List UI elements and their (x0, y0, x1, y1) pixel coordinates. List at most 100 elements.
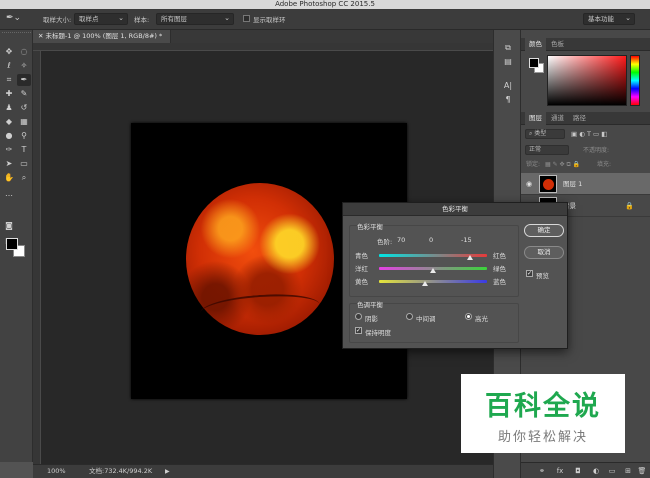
document-tab[interactable]: ✕ 未标题-1 @ 100% (图层 1, RGB/8#) * (33, 30, 171, 43)
tab-channels[interactable]: 通道 (547, 112, 568, 125)
blur-tool-icon[interactable]: ● (2, 130, 16, 142)
layer-style-icon[interactable]: fx (555, 466, 565, 476)
sample-size-select[interactable]: 取样点 (74, 13, 128, 25)
dialog-title[interactable]: 色彩平衡 (343, 203, 567, 216)
yellow-blue-slider-thumb[interactable] (422, 281, 428, 286)
lock-label: 锁定: (526, 161, 541, 168)
link-layers-icon[interactable]: ⚭ (537, 466, 547, 476)
planet-image (186, 183, 334, 335)
layers-panel-footer: ⚭ fx ◘ ◐ ▭ ⊞ 🗑 (521, 462, 650, 478)
history-brush-tool-icon[interactable]: ↺ (17, 102, 31, 114)
paragraph-panel-icon[interactable]: ¶ (501, 94, 515, 106)
color-panel-foreground[interactable] (529, 58, 539, 68)
level-magenta-green-input[interactable]: 0 (429, 236, 455, 245)
quick-mask-icon[interactable]: ◙ (2, 220, 16, 232)
filter-icons[interactable]: ▣ ◐ T ▭ ◧ (571, 128, 607, 141)
foreground-color-swatch[interactable] (6, 238, 18, 250)
preserve-luminosity-label: 保持明度 (365, 329, 391, 337)
tab-swatches[interactable]: 色板 (547, 38, 568, 51)
workspace-select[interactable]: 基本功能 (583, 13, 635, 25)
fill-label: 填充: (597, 161, 612, 168)
move-tool-icon[interactable]: ✥ (2, 46, 16, 58)
gradient-tool-icon[interactable]: ▦ (17, 116, 31, 128)
hand-tool-icon[interactable]: ✋ (2, 172, 16, 184)
level-yellow-blue-input[interactable]: -15 (461, 236, 487, 245)
tone-balance-group (349, 303, 519, 343)
highlights-label: 高光 (475, 315, 488, 323)
cancel-button[interactable]: 取消 (524, 246, 564, 259)
tab-color[interactable]: 颜色 (525, 38, 546, 51)
shadows-radio[interactable] (355, 313, 362, 320)
level-cyan-red-input[interactable]: 70 (397, 236, 423, 245)
type-tool-icon[interactable]: T (17, 144, 31, 156)
midtones-label: 中间调 (416, 315, 436, 323)
blend-mode-select[interactable]: 正常 (525, 145, 569, 155)
vertical-ruler[interactable] (33, 51, 41, 464)
close-tab-icon[interactable]: ✕ (38, 32, 46, 40)
shadows-label: 阴影 (365, 315, 378, 323)
layer-kind-filter[interactable]: ⌕ 类型 (525, 129, 565, 139)
history-panel-icon[interactable]: ⧉ (501, 42, 515, 54)
zoom-tool-icon[interactable]: ⌕ (17, 172, 31, 184)
marquee-tool-icon[interactable]: ◌ (17, 46, 31, 58)
lasso-tool-icon[interactable]: ℓ (2, 60, 16, 72)
watermark-logo: 百科全说 助你轻松解决 (461, 374, 625, 453)
show-ring-label: 显示取样环 (253, 16, 286, 24)
magic-wand-tool-icon[interactable]: ✧ (17, 60, 31, 72)
layer-lock-icon: 🔒 (625, 202, 634, 210)
options-bar: ✒⌄ 取样大小: 取样点 样本: 所有图层 显示取样环 基本功能 (0, 9, 650, 30)
opacity-label: 不透明度: (583, 147, 610, 154)
color-panel-tabs: 颜色 色板 (521, 38, 650, 51)
lock-icons[interactable]: ▦ ✎ ✥ ⧉ 🔒 (545, 158, 580, 171)
layer-thumbnail (539, 175, 557, 193)
tab-layers[interactable]: 图层 (525, 112, 546, 125)
add-mask-icon[interactable]: ◘ (573, 466, 583, 476)
hue-slider[interactable] (630, 55, 640, 106)
eraser-tool-icon[interactable]: ◆ (2, 116, 16, 128)
tab-paths[interactable]: 路径 (569, 112, 590, 125)
eyedropper-preset-icon[interactable]: ✒⌄ (6, 13, 26, 25)
eyedropper-tool-icon[interactable]: ✒ (17, 74, 31, 86)
preserve-luminosity-checkbox[interactable]: ✓ (355, 327, 362, 334)
horizontal-ruler[interactable] (33, 43, 493, 51)
ok-button[interactable]: 确定 (524, 224, 564, 237)
layer-row[interactable]: ◉ 图层 1 (521, 173, 650, 195)
properties-panel-icon[interactable]: ▤ (501, 56, 515, 68)
status-menu-arrow-icon[interactable]: ▶ (165, 465, 170, 478)
highlights-radio[interactable] (465, 313, 472, 320)
color-picker-field[interactable] (547, 55, 627, 106)
tools-panel: ✥ ◌ ℓ ✧ ⌗ ✒ ✚ ✎ ♟ ↺ ◆ ▦ ● ⚲ ✑ T ➤ ▭ ✋ ⌕ … (0, 30, 33, 462)
clone-stamp-tool-icon[interactable]: ♟ (2, 102, 16, 114)
crop-tool-icon[interactable]: ⌗ (2, 74, 16, 86)
toolbar-grip[interactable] (2, 32, 31, 36)
new-layer-icon[interactable]: ⊞ (623, 466, 633, 476)
pen-tool-icon[interactable]: ✑ (2, 144, 16, 156)
path-selection-tool-icon[interactable]: ➤ (2, 158, 16, 170)
character-panel-icon[interactable]: A| (501, 80, 515, 92)
levels-label: 色阶: (377, 238, 393, 246)
sample-label: 样本: (134, 16, 150, 24)
zoom-level[interactable]: 100% (47, 465, 66, 478)
rectangle-tool-icon[interactable]: ▭ (17, 158, 31, 170)
sample-select[interactable]: 所有图层 (156, 13, 234, 25)
color-balance-dialog: 色彩平衡 色彩平衡 色阶: 70 0 -15 青色 红色 洋红 绿色 黄色 蓝色… (342, 202, 568, 349)
healing-brush-tool-icon[interactable]: ✚ (2, 88, 16, 100)
delete-layer-icon[interactable]: 🗑 (637, 466, 647, 476)
tone-balance-group-label: 色调平衡 (357, 301, 383, 309)
sample-size-label: 取样大小: (43, 16, 72, 24)
yellow-label: 黄色 (355, 278, 368, 286)
app-title: Adobe Photoshop CC 2015.5 (275, 0, 375, 8)
new-group-icon[interactable]: ▭ (607, 466, 617, 476)
midtones-radio[interactable] (406, 313, 413, 320)
show-ring-checkbox[interactable] (243, 15, 250, 22)
magenta-green-slider-thumb[interactable] (430, 268, 436, 273)
preview-checkbox[interactable]: ✓ (526, 270, 533, 277)
adjustment-layer-icon[interactable]: ◐ (591, 466, 601, 476)
yellow-blue-slider[interactable] (379, 280, 487, 283)
brush-tool-icon[interactable]: ✎ (17, 88, 31, 100)
more-tools-icon[interactable]: … (2, 188, 16, 200)
visibility-eye-icon[interactable]: ◉ (526, 173, 532, 195)
red-label: 红色 (493, 252, 506, 260)
dodge-tool-icon[interactable]: ⚲ (17, 130, 31, 142)
cyan-red-slider-thumb[interactable] (467, 255, 473, 260)
